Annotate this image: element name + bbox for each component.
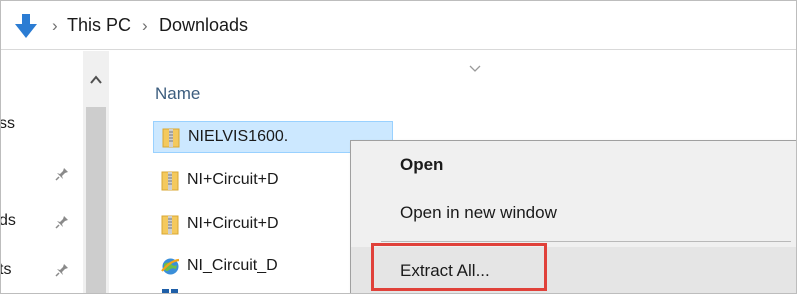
- file-explorer-window: › This PC › Downloads ss ds ts Name NIEL…: [0, 0, 797, 294]
- pin-icon[interactable]: [55, 167, 69, 181]
- extract-all-highlight: [371, 243, 547, 291]
- file-name: NI+Circuit+D: [187, 171, 279, 188]
- breadcrumb-this-pc[interactable]: This PC: [67, 15, 131, 36]
- menu-item-label: Open: [400, 155, 444, 174]
- menu-item-label: Open in new window: [400, 203, 557, 222]
- pin-icon[interactable]: [55, 263, 69, 277]
- file-name: NI_Circuit_D: [187, 257, 278, 274]
- breadcrumb-downloads[interactable]: Downloads: [159, 15, 248, 36]
- nav-item-quick-access[interactable]: ss: [1, 115, 15, 133]
- scroll-up-icon[interactable]: [90, 75, 102, 84]
- file-name: NIELVIS1600.: [188, 128, 289, 145]
- file-name: NI+Circuit+D: [187, 215, 279, 232]
- globe-shortcut-icon: [161, 258, 180, 275]
- nav-scrollbar[interactable]: [83, 51, 109, 293]
- partial-file-icon: [162, 289, 178, 293]
- navigation-pane: ss ds ts: [1, 51, 109, 293]
- column-header-name[interactable]: Name: [155, 84, 200, 104]
- down-arrow-icon[interactable]: [14, 13, 38, 39]
- chevron-down-icon[interactable]: [469, 65, 481, 73]
- breadcrumb-separator: ›: [52, 16, 58, 35]
- breadcrumb-separator: ›: [142, 16, 148, 35]
- nav-item-documents[interactable]: ts: [1, 261, 11, 279]
- zip-folder-icon: [161, 215, 179, 235]
- zip-folder-icon: [161, 171, 179, 191]
- menu-item-open[interactable]: Open: [351, 146, 796, 184]
- zip-folder-icon: [162, 128, 180, 148]
- scroll-thumb[interactable]: [86, 107, 106, 293]
- address-bar[interactable]: › This PC › Downloads: [1, 1, 796, 50]
- menu-separator: [381, 241, 791, 242]
- nav-item-downloads[interactable]: ds: [1, 212, 16, 230]
- pin-icon[interactable]: [55, 215, 69, 229]
- menu-item-open-in-new-window[interactable]: Open in new window: [351, 194, 796, 232]
